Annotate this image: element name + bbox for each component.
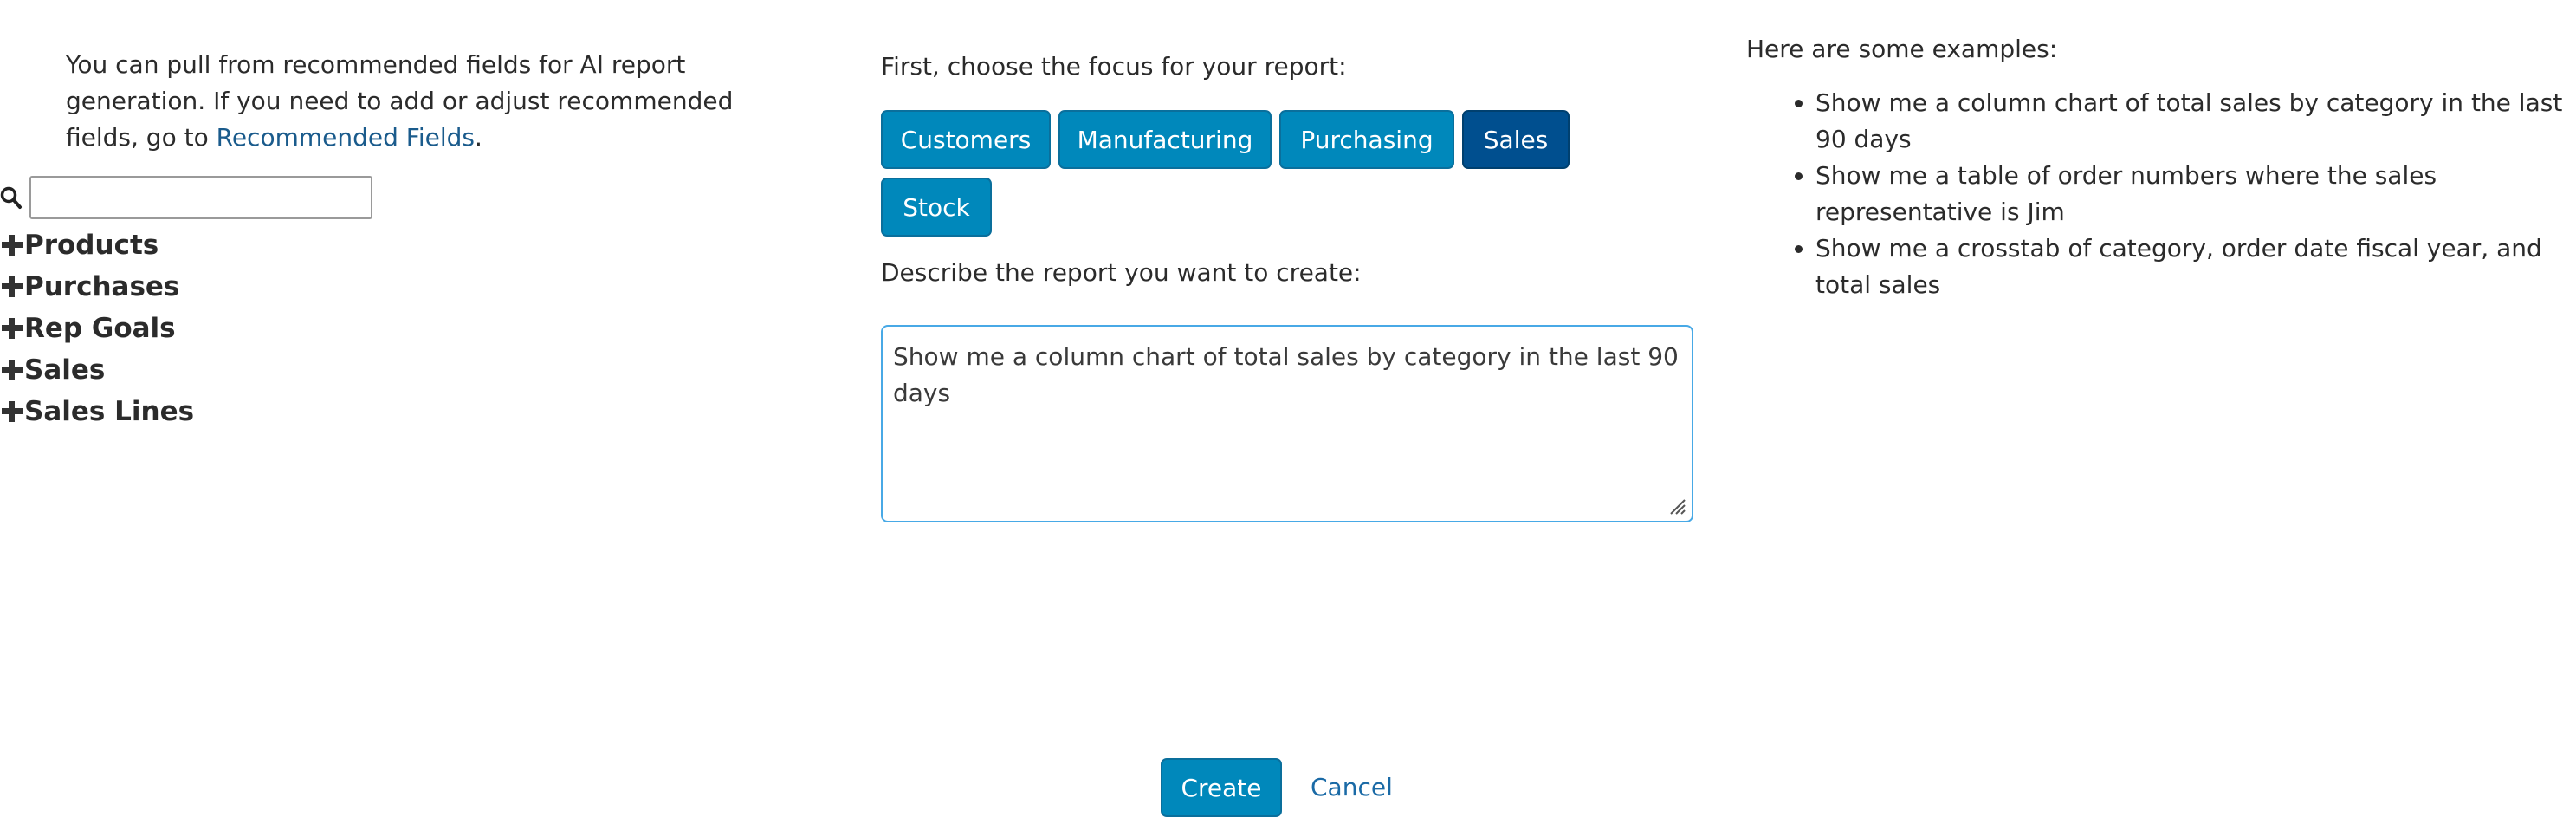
tree-item-label: Sales: [24, 354, 106, 386]
tree-item[interactable]: Sales Lines: [0, 391, 194, 432]
example-item: Show me a column chart of total sales by…: [1795, 85, 2569, 158]
examples-list: Show me a column chart of total sales by…: [1746, 85, 2569, 303]
recommended-fields-link[interactable]: Recommended Fields: [217, 123, 475, 152]
focus-button-manufacturing[interactable]: Manufacturing: [1058, 110, 1272, 169]
tree-item[interactable]: Purchases: [0, 266, 194, 308]
plus-icon[interactable]: [0, 308, 23, 349]
report-description-value: Show me a column chart of total sales by…: [893, 342, 1679, 407]
tree-item[interactable]: Rep Goals: [0, 308, 194, 349]
focus-button-customers[interactable]: Customers: [881, 110, 1051, 169]
plus-icon[interactable]: [0, 224, 23, 266]
focus-button-stock[interactable]: Stock: [881, 178, 992, 237]
intro-end: .: [475, 123, 482, 152]
example-item: Show me a table of order numbers where t…: [1795, 158, 2569, 230]
resize-grip-icon[interactable]: [1667, 496, 1686, 516]
describe-label: Describe the report you want to create:: [881, 258, 1362, 287]
field-search-input[interactable]: [29, 176, 372, 219]
plus-icon[interactable]: [0, 391, 23, 432]
tree-item[interactable]: Products: [0, 224, 194, 266]
examples-heading: Here are some examples:: [1746, 35, 2058, 63]
tree-item-label: Purchases: [24, 271, 180, 302]
recommended-fields-intro: You can pull from recommended fields for…: [66, 47, 785, 156]
focus-button-sales[interactable]: Sales: [1462, 110, 1570, 169]
plus-icon[interactable]: [0, 266, 23, 308]
tree-item-label: Products: [24, 230, 159, 261]
tree-item-label: Sales Lines: [24, 396, 195, 427]
search-icon: [0, 186, 22, 209]
focus-button-purchasing[interactable]: Purchasing: [1279, 110, 1454, 169]
tree-item[interactable]: Sales: [0, 349, 194, 391]
tree-item-label: Rep Goals: [24, 313, 176, 344]
report-description-textarea[interactable]: Show me a column chart of total sales by…: [881, 325, 1693, 522]
focus-label: First, choose the focus for your report:: [881, 52, 1347, 81]
field-tree: Products Purchases Rep Goals Sales Sales Lin…: [0, 224, 194, 432]
create-button[interactable]: Create: [1161, 758, 1282, 817]
field-search-row: [0, 174, 372, 221]
example-item: Show me a crosstab of category, order da…: [1795, 230, 2569, 303]
cancel-link[interactable]: Cancel: [1311, 772, 1393, 803]
plus-icon[interactable]: [0, 349, 23, 391]
